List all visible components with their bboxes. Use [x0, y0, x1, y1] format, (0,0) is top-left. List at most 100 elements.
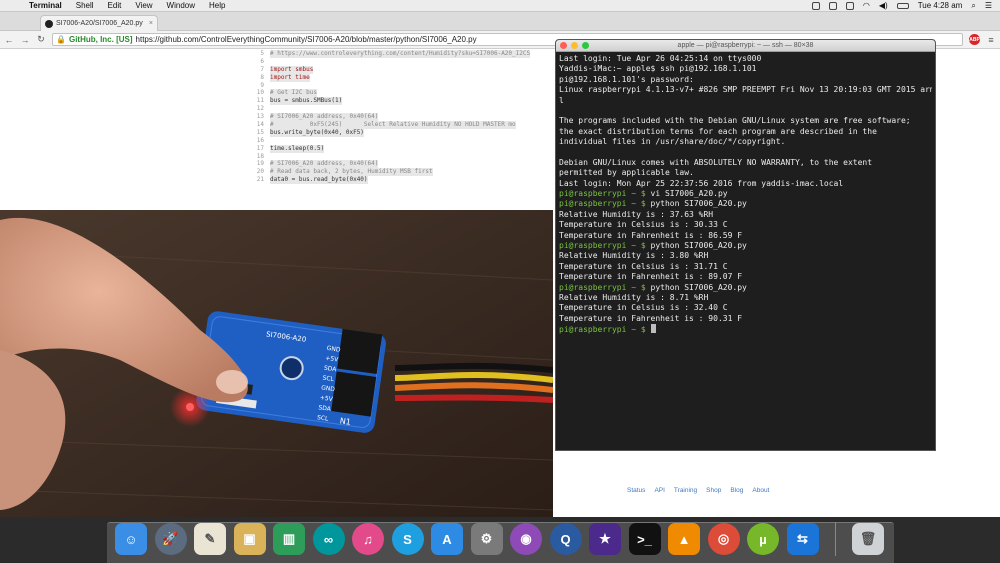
terminal-text: Temperature in Celsius is : 31.71 C [559, 261, 728, 271]
terminal-text: Last login: Tue Apr 26 04:25:14 on ttys0… [559, 54, 762, 63]
footer-link-blog[interactable]: Blog [730, 487, 743, 494]
forward-icon[interactable]: → [20, 35, 30, 45]
footer-link-about[interactable]: About [752, 487, 769, 494]
spotlight-icon[interactable]: ⌕ [971, 1, 975, 11]
code-line: 19 # SI7006_A20 address, 0x40(64) [246, 160, 556, 169]
teamviewer-icon[interactable]: ⇆ [786, 523, 819, 555]
browser-tab[interactable]: SI7006-A20/SI7006_A20.py × [40, 15, 158, 31]
line-number[interactable]: 9 [246, 82, 270, 90]
line-number[interactable]: 10 [246, 89, 270, 97]
terminal-text: Last login: Mon Apr 25 22:37:56 2016 fro… [559, 178, 844, 188]
line-number[interactable]: 12 [246, 105, 270, 113]
line-number[interactable]: 20 [246, 168, 270, 176]
code-text: bus = smbus.SMBus(1) [270, 97, 343, 106]
terminal-text: Temperature in Fahrenheit is : 89.07 F [559, 272, 743, 282]
menu-icon[interactable]: ≡ [986, 35, 996, 45]
terminal-line: permitted by applicable law. [559, 168, 932, 178]
terminal-line: Linux raspberrypi 4.1.13-v7+ #826 SMP PR… [559, 85, 932, 95]
terminal-line: Temperature in Celsius is : 32.40 C [559, 303, 932, 313]
line-number[interactable]: 17 [246, 145, 270, 153]
terminal-line: Relative Humidity is : 3.80 %RH [559, 251, 932, 261]
system-preferences-icon[interactable]: ⚙ [470, 523, 503, 555]
footer-link-api[interactable]: API [654, 487, 664, 494]
textedit-icon[interactable]: ✎ [194, 523, 226, 555]
launchpad-icon[interactable]: 🚀 [154, 523, 187, 555]
terminal-line: pi@raspberrypi ~ $ python SI7006_A20.py [559, 241, 932, 251]
zoom-button[interactable] [582, 42, 589, 49]
code-line: 15 bus.write_byte(0x40, 0xF5) [246, 128, 556, 137]
volume-icon[interactable]: ◀) [879, 1, 888, 10]
line-number[interactable]: 6 [246, 58, 270, 66]
imovie-icon[interactable]: ★ [589, 523, 621, 555]
line-number[interactable]: 7 [246, 66, 270, 74]
app-store-icon[interactable]: A [431, 523, 463, 555]
wifi-icon[interactable]: ◠ [863, 1, 870, 10]
menu-shell[interactable]: Shell [69, 0, 101, 12]
line-number[interactable]: 5 [246, 50, 270, 58]
terminal-icon[interactable]: >_ [628, 523, 661, 555]
itunes-icon[interactable]: ♫ [352, 523, 384, 555]
shell-prompt: pi@raspberrypi ~ $ [559, 282, 646, 292]
code-text: import time [270, 73, 310, 82]
arduino-icon[interactable]: ∞ [312, 523, 345, 555]
line-number[interactable]: 19 [246, 160, 270, 168]
line-number[interactable]: 21 [246, 176, 270, 184]
status-icon[interactable] [811, 1, 820, 10]
dock: ☺ 🚀 ✎ ▣ ▥ ∞ ♫ S A ⚙ ◉ Q ★ >_ ▲ ◎ µ ⇆ 🗑 [0, 517, 1000, 563]
quicktime-icon[interactable]: Q [549, 523, 582, 555]
status-icon[interactable] [845, 1, 854, 10]
skype-icon[interactable]: S [391, 523, 424, 555]
lock-icon: 🔒 [56, 35, 66, 44]
board-marking: N1 [339, 416, 351, 426]
status-icon[interactable] [828, 1, 837, 10]
code-text: # 0xF5(245) Select Relative Humidity NO … [270, 121, 516, 129]
utorrent-icon[interactable]: µ [747, 523, 779, 555]
terminal-text: The programs included with the Debian GN… [559, 116, 911, 126]
back-icon[interactable]: ← [4, 35, 14, 45]
terminal-output[interactable]: Last login: Tue Apr 26 04:25:14 on ttys0… [556, 52, 935, 337]
menu-clock[interactable]: Tue 4:28 am [918, 1, 963, 10]
terminal-title-bar[interactable]: apple — pi@raspberrypi: ~ — ssh — 80×38 [556, 40, 935, 52]
terminal-line: Temperature in Fahrenheit is : 86.59 F [559, 231, 932, 241]
menu-app-name[interactable]: Terminal [22, 0, 69, 12]
footer-link-shop[interactable]: Shop [706, 487, 721, 494]
tab-close-icon[interactable]: × [149, 20, 153, 27]
reload-icon[interactable]: ↻ [36, 34, 46, 45]
terminal-window[interactable]: apple — pi@raspberrypi: ~ — ssh — 80×38 … [555, 39, 936, 451]
vlc-icon[interactable]: ▲ [668, 523, 700, 555]
terminal-title: apple — pi@raspberrypi: ~ — ssh — 80×38 [677, 42, 814, 49]
code-line: 6 [246, 58, 556, 66]
battery-icon[interactable] [896, 2, 909, 9]
line-number[interactable]: 16 [246, 137, 270, 145]
footer-link-status[interactable]: Status [627, 487, 645, 494]
code-line: 21 data0 = bus.read_byte(0x40) [246, 176, 556, 185]
line-number[interactable]: 14 [246, 121, 270, 129]
terminal-line: individual files in /usr/share/doc/*/cop… [559, 137, 932, 147]
line-number[interactable]: 18 [246, 153, 270, 161]
menu-view[interactable]: View [128, 0, 159, 12]
footer-link-training[interactable]: Training [674, 487, 697, 494]
menu-window[interactable]: Window [160, 0, 202, 12]
chrome-icon[interactable]: ◎ [707, 523, 740, 555]
line-number[interactable]: 11 [246, 97, 270, 105]
line-number[interactable]: 13 [246, 113, 270, 121]
notification-center-icon[interactable]: ☰ [985, 1, 992, 10]
terminal-text: Relative Humidity is : 37.63 %RH [559, 209, 714, 219]
terminal-text: individual files in /usr/share/doc/*/cop… [559, 137, 786, 147]
adblock-icon[interactable]: ABP [969, 34, 980, 45]
finder-icon[interactable]: ☺ [115, 523, 147, 555]
menu-help[interactable]: Help [202, 0, 232, 12]
numbers-icon[interactable]: ▥ [273, 523, 305, 555]
menu-edit[interactable]: Edit [101, 0, 129, 12]
line-number[interactable]: 8 [246, 74, 270, 82]
close-button[interactable] [560, 42, 567, 49]
terminal-line: Temperature in Celsius is : 30.33 C [559, 220, 932, 230]
minimize-button[interactable] [571, 42, 578, 49]
preview-icon[interactable]: ▣ [233, 523, 266, 555]
line-number[interactable]: 15 [246, 129, 270, 137]
trash-icon[interactable]: 🗑 [852, 523, 884, 555]
tab-strip: SI7006-A20/SI7006_A20.py × [0, 12, 1000, 31]
terminal-text: Debian GNU/Linux comes with ABSOLUTELY N… [559, 157, 873, 167]
terminal-line: pi@raspberrypi ~ $ [559, 324, 932, 334]
github-desktop-icon[interactable]: ◉ [510, 523, 542, 555]
